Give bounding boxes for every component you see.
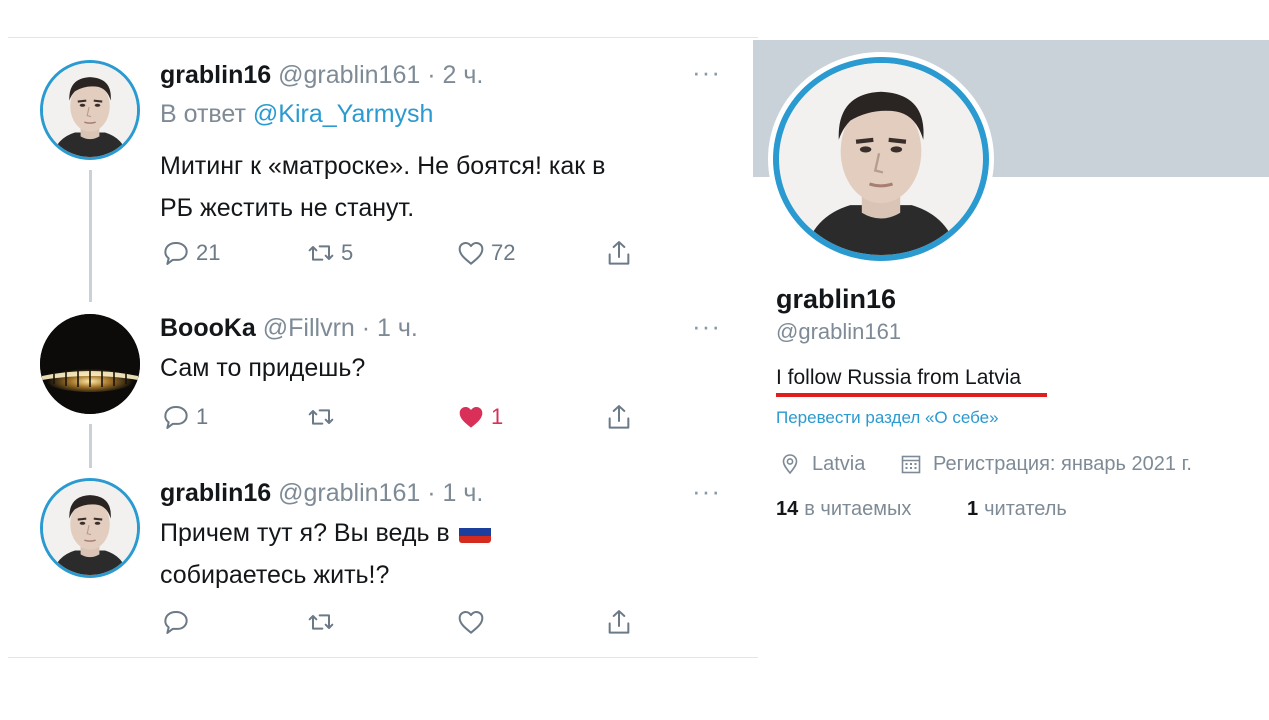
timestamp[interactable]: · 2 ч. — [427, 61, 483, 89]
more-icon[interactable]: ··· — [692, 59, 721, 85]
bottom-divider — [8, 657, 758, 658]
profile-bio: I follow Russia from Latvia — [776, 366, 1022, 389]
following-count: 14 — [776, 498, 799, 520]
profile-name: grablin16 — [776, 284, 897, 314]
retweet-button[interactable]: 5 — [305, 236, 353, 270]
retweet-button[interactable] — [305, 605, 337, 639]
handle[interactable]: @grablin161 — [278, 479, 420, 507]
followers-link[interactable]: 1 читатель — [967, 498, 1067, 521]
following-label: в читаемых — [804, 498, 912, 520]
reply-icon — [160, 401, 192, 433]
share-button[interactable] — [603, 400, 635, 434]
handle[interactable]: @grablin161 — [278, 61, 420, 89]
like-button[interactable]: 72 — [455, 236, 515, 270]
mention-link[interactable]: @Kira_Yarmysh — [253, 100, 434, 128]
timestamp[interactable]: · 1 ч. — [427, 479, 483, 507]
reply-icon — [160, 237, 192, 269]
location-icon — [782, 454, 798, 475]
retweet-icon — [305, 237, 337, 269]
like-count: 1 — [491, 404, 504, 429]
tweet-text-line: собираетесь жить!? — [160, 561, 390, 589]
handle[interactable]: @Fillvrn — [263, 314, 355, 342]
flag-stripe — [458, 528, 491, 536]
flag-stripe — [458, 521, 491, 529]
more-icon[interactable]: ··· — [692, 478, 721, 504]
like-icon — [455, 237, 487, 269]
retweet-icon — [305, 401, 337, 433]
tweet[interactable]: BoooKa @Fillvrn · 1 ч. ··· Сам то придеш… — [0, 300, 760, 468]
tweet-text: Митинг к «матроске». Не боятся! как в РБ… — [160, 145, 740, 229]
tweet-header: BoooKa @Fillvrn · 1 ч. — [160, 313, 418, 343]
display-name[interactable]: grablin16 — [160, 61, 271, 89]
tweet-text-line: Причем тут я? Вы ведь в — [160, 512, 740, 554]
retweet-button[interactable] — [305, 400, 341, 434]
following-link[interactable]: 14 в читаемых — [776, 498, 911, 521]
reply-context: В ответ @Kira_Yarmysh — [160, 99, 433, 129]
tweet-text: Причем тут я? Вы ведь в собираетесь жить… — [160, 512, 740, 596]
profile-handle: @grablin161 — [776, 319, 902, 344]
followers-count: 1 — [967, 498, 979, 520]
avatar[interactable] — [40, 478, 140, 578]
avatar[interactable] — [40, 60, 140, 160]
avatar[interactable] — [40, 314, 140, 414]
share-icon — [603, 237, 635, 269]
reply-button[interactable]: 21 — [160, 236, 220, 270]
translate-bio-link[interactable]: Перевести раздел «О себе» — [776, 408, 999, 428]
tweet-header: grablin16 @grablin161 · 1 ч. — [160, 478, 483, 508]
retweet-icon — [305, 606, 337, 638]
profile-avatar-image — [773, 57, 989, 261]
like-icon — [455, 606, 487, 638]
timestamp[interactable]: · 1 ч. — [362, 314, 418, 342]
tweet-header: grablin16 @grablin161 · 2 ч. — [160, 60, 483, 90]
share-button[interactable] — [603, 236, 635, 270]
tweet[interactable]: grablin16 @grablin161 · 1 ч. ··· Причем … — [0, 460, 760, 658]
share-icon — [603, 606, 635, 638]
reply-button[interactable] — [160, 605, 192, 639]
calendar-icon — [901, 455, 921, 474]
more-icon[interactable]: ··· — [692, 313, 721, 339]
location-text: Latvia — [812, 452, 866, 475]
display-name[interactable]: grablin16 — [160, 479, 271, 507]
profile-location: Latvia — [778, 450, 865, 478]
flag-stripe — [458, 535, 491, 543]
followers-label: читатель — [984, 498, 1067, 520]
share-icon — [603, 401, 635, 433]
display-name[interactable]: BoooKa — [160, 314, 256, 342]
profile-avatar[interactable] — [768, 52, 994, 266]
like-button[interactable]: 1 — [455, 400, 503, 434]
like-count: 72 — [491, 240, 516, 265]
tweet-actions: 21 5 72 — [160, 236, 640, 270]
retweet-count: 5 — [341, 240, 354, 265]
joined-text: Регистрация: январь 2021 г. — [933, 452, 1192, 475]
like-filled-icon — [455, 401, 487, 433]
avatar-image — [40, 314, 140, 414]
tweet-text-line: РБ жестить не станут. — [160, 194, 415, 222]
tweet[interactable]: grablin16 @grablin161 · 2 ч. ··· В ответ… — [0, 0, 760, 302]
tweet-actions — [160, 605, 640, 639]
russia-flag-icon — [458, 521, 491, 543]
thread-line — [89, 170, 92, 302]
share-button[interactable] — [603, 605, 635, 639]
highlight-underline — [776, 393, 1047, 397]
tweet-text: Сам то придешь? — [160, 347, 740, 389]
like-button[interactable] — [455, 605, 487, 639]
reply-prefix: В ответ — [160, 100, 246, 128]
tweet-text-line: Сам то придешь? — [160, 354, 366, 382]
reply-button[interactable]: 1 — [160, 400, 208, 434]
tweet-text-line: Митинг к «матроске». Не боятся! как в — [160, 152, 606, 180]
profile-joined: Регистрация: январь 2021 г. — [899, 450, 1192, 478]
tweet-actions: 1 1 — [160, 400, 640, 434]
reply-icon — [160, 606, 192, 638]
reply-count: 1 — [196, 404, 209, 429]
reply-count: 21 — [196, 240, 221, 265]
tweet-text-fragment: Причем тут я? Вы ведь в — [160, 519, 450, 547]
